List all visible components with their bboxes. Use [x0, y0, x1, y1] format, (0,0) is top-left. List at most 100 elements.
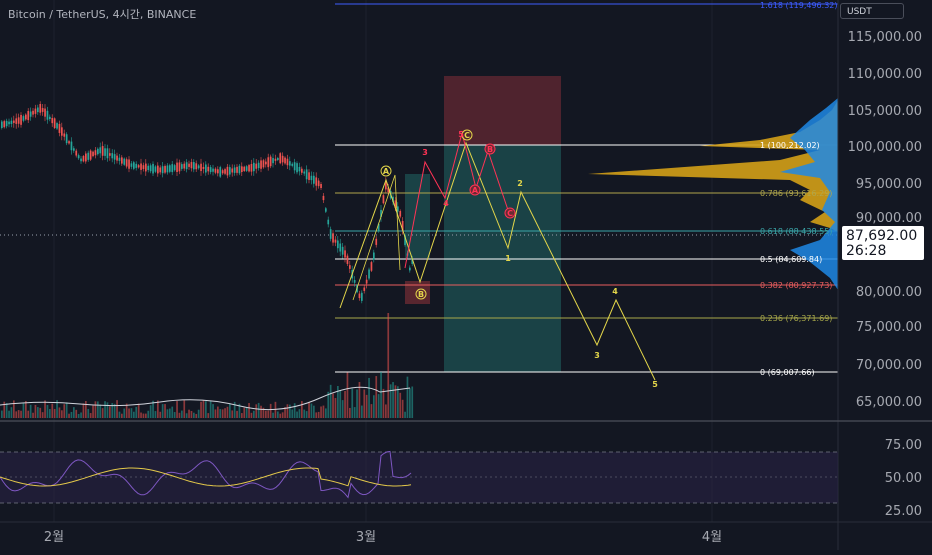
candle-body: [17, 117, 20, 124]
volume-bar: [293, 403, 296, 418]
candle-body: [164, 165, 166, 173]
candle-body: [147, 165, 150, 171]
candle-body: [409, 267, 411, 271]
candle-body: [128, 159, 130, 169]
candle-body: [125, 159, 128, 167]
volume-bar: [224, 408, 226, 418]
currency-label[interactable]: USDT: [840, 3, 904, 19]
wave-label-red-c: C: [507, 209, 513, 218]
volume-bar: [274, 401, 277, 418]
volume-bar: [171, 406, 174, 418]
candle-body: [197, 165, 200, 169]
volume-bar: [313, 405, 315, 418]
volume-bar: [140, 412, 142, 418]
volume-bar: [365, 394, 368, 418]
volume-bar: [49, 408, 51, 418]
volume-bar: [248, 402, 250, 418]
price-tick: 115,000.00: [848, 30, 922, 45]
volume-bar: [92, 405, 94, 418]
volume-bar: [344, 390, 346, 418]
volume-bar: [8, 410, 10, 418]
volume-bar: [80, 412, 82, 418]
candle-body: [375, 238, 378, 245]
candle-body: [248, 165, 250, 172]
candle-body: [286, 158, 289, 166]
volume-bar: [37, 407, 39, 418]
time-axis[interactable]: 2월 3월 4월: [44, 530, 722, 545]
symbol-title[interactable]: Bitcoin / TetherUS, 4시간, BINANCE: [8, 6, 196, 22]
volume-bar: [164, 404, 166, 418]
volume-bar: [327, 391, 330, 418]
rsi-tick: 75.00: [885, 438, 922, 453]
volume-bar: [339, 390, 342, 418]
price-tick: 110,000.00: [848, 67, 922, 82]
candle-body: [1, 121, 3, 128]
candle-body: [365, 279, 368, 284]
price-chart[interactable]: A B C 1 2 3 4 5 3 4 5 A B C 1.618 (119,4…: [0, 0, 932, 550]
candle-body: [353, 280, 356, 283]
candle-body: [291, 163, 294, 166]
volume-bar: [245, 407, 248, 418]
candle-body: [226, 166, 229, 176]
volume-bar: [121, 413, 123, 418]
price-tick: 65,000.00: [856, 395, 922, 410]
candle-body: [101, 146, 104, 156]
volume-bar: [277, 411, 279, 418]
wave-label-1: 1: [505, 254, 511, 263]
volume-bar: [322, 405, 325, 418]
candle-body: [121, 157, 123, 164]
candle-body: [212, 168, 214, 172]
candle-body: [56, 123, 58, 129]
volume-bar: [353, 407, 356, 418]
volume-bar: [303, 409, 306, 418]
volume-bar: [226, 406, 229, 418]
wave-label-c: C: [464, 131, 470, 140]
candle-body: [99, 147, 102, 154]
volume-bar: [373, 395, 375, 418]
volume-bar: [27, 410, 30, 418]
candle-body: [116, 155, 118, 161]
wave-label-red-5: 5: [458, 130, 464, 139]
candle-body: [49, 116, 51, 119]
volume-bar: [39, 407, 42, 418]
volume-bar: [142, 413, 145, 418]
candlesticks: [1, 101, 414, 304]
candle-body: [22, 116, 25, 121]
volume-bar: [89, 413, 92, 418]
candle-body: [349, 265, 351, 269]
wave-label-2: 2: [517, 179, 523, 188]
candle-body: [224, 169, 226, 174]
candle-body: [63, 133, 66, 137]
volume-bar: [380, 371, 382, 418]
rsi-axis[interactable]: 75.00 50.00 25.00: [885, 438, 922, 519]
candle-body: [382, 195, 385, 204]
candle-body: [171, 164, 174, 173]
volume-bar: [41, 412, 44, 418]
candle-body: [5, 120, 8, 127]
volume-bar: [32, 412, 34, 418]
small-profit-zone[interactable]: [405, 174, 430, 258]
volume-bar: [377, 394, 380, 418]
candle-body: [142, 165, 145, 169]
candle-body: [277, 157, 279, 161]
candle-body: [214, 168, 217, 173]
wave-label-red-a: A: [472, 186, 479, 195]
fib-label-0236: 0.236 (76,371.69): [760, 314, 832, 323]
candle-body: [109, 153, 111, 156]
candle-body: [73, 148, 75, 151]
volume-bar: [178, 412, 181, 418]
price-axis[interactable]: 115,000.00 110,000.00 105,000.00 100,000…: [848, 30, 922, 410]
candle-body: [65, 134, 68, 144]
volume-bar: [236, 410, 238, 418]
volume-bar: [272, 412, 274, 418]
candle-body: [157, 165, 159, 174]
volume-bar: [317, 411, 320, 418]
volume-bar: [34, 404, 37, 418]
candle-body: [262, 160, 265, 168]
volume-bar: [166, 409, 169, 418]
volume-bar: [109, 406, 111, 418]
candle-body: [27, 111, 30, 121]
volume-bar: [406, 376, 409, 418]
candle-body: [77, 155, 80, 159]
candle-body: [313, 175, 315, 184]
